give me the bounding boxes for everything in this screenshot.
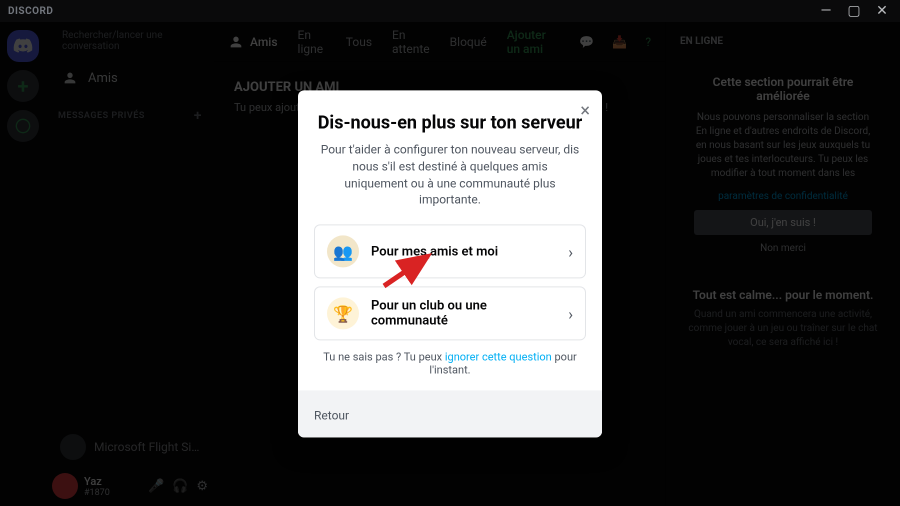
choice-club[interactable]: 🏆 Pour un club ou une communauté ›	[314, 287, 586, 341]
self-tag: #1870	[84, 488, 142, 498]
card-body: Nous pouvons personnaliser la section En…	[694, 111, 872, 181]
dm-list	[46, 128, 214, 430]
person-icon	[228, 34, 244, 50]
compass-icon	[15, 118, 31, 134]
quiet-body: Quand un ami commencera une activité, co…	[680, 308, 886, 350]
privacy-settings-link[interactable]: paramètres de confidentialité	[694, 191, 872, 202]
tab-blocked[interactable]: Bloqué	[450, 35, 487, 49]
dm-search-input[interactable]: Rechercher/lancer une conversation	[56, 30, 204, 52]
avatar	[60, 434, 86, 460]
chevron-right-icon: ›	[568, 304, 573, 323]
tab-all[interactable]: Tous	[346, 35, 372, 49]
deafen-icon[interactable]: 🎧	[172, 479, 188, 494]
card-title: Cette section pourrait être améliorée	[694, 75, 872, 103]
friends-choice-icon: 👥	[327, 236, 359, 268]
titlebar-logo: DISCORD	[8, 6, 53, 17]
skip-text: Tu ne sais pas ? Tu peux ignorer cette q…	[314, 351, 586, 377]
tab-add-friend[interactable]: Ajouter un ami	[507, 28, 560, 56]
quiet-state: Tout est calme... pour le moment. Quand …	[680, 288, 886, 350]
new-group-dm-icon[interactable]: 💬	[579, 35, 594, 49]
window-close[interactable]: ✕	[872, 3, 892, 19]
discord-logo-icon	[13, 36, 33, 56]
create-dm-button[interactable]: +	[194, 108, 202, 124]
help-icon[interactable]: ?	[645, 35, 651, 49]
chevron-right-icon: ›	[568, 242, 573, 261]
settings-icon[interactable]: ⚙	[196, 479, 208, 494]
window-maximize[interactable]: ▢	[844, 3, 864, 19]
close-icon[interactable]: ×	[580, 102, 590, 120]
window-minimize[interactable]: —	[816, 3, 836, 19]
mute-icon[interactable]: 🎤	[148, 479, 164, 494]
quiet-title: Tout est calme... pour le moment.	[680, 288, 886, 302]
modal-description: Pour t'aider à configurer ton nouveau se…	[314, 141, 586, 208]
add-server-button[interactable]: +	[7, 70, 39, 102]
tab-online[interactable]: En ligne	[298, 28, 326, 56]
friends-nav[interactable]: Amis	[54, 64, 206, 92]
friends-nav-label: Amis	[88, 71, 118, 86]
tab-friends[interactable]: Amis	[228, 34, 278, 50]
optin-no-button[interactable]: Non merci	[694, 243, 872, 254]
dm-item[interactable]: Microsoft Flight Simul...	[54, 430, 206, 464]
choice-friends-label: Pour mes amis et moi	[371, 244, 556, 259]
activity-optin-card: Cette section pourrait être améliorée No…	[680, 61, 886, 268]
choice-friends[interactable]: 👥 Pour mes amis et moi ›	[314, 225, 586, 279]
server-type-modal: × Dis-nous-en plus sur ton serveur Pour …	[298, 90, 602, 437]
self-avatar[interactable]	[52, 473, 78, 499]
tab-pending[interactable]: En attente	[392, 28, 430, 56]
optin-yes-button[interactable]: Oui, j'en suis !	[694, 210, 872, 235]
dm-section-header: MESSAGES PRIVÉS	[58, 111, 145, 121]
modal-title: Dis-nous-en plus sur ton serveur	[314, 112, 586, 133]
choice-club-label: Pour un club ou une communauté	[371, 299, 556, 329]
person-wave-icon	[62, 70, 78, 86]
back-button[interactable]: Retour	[314, 409, 349, 423]
home-server[interactable]	[7, 30, 39, 62]
inbox-icon[interactable]: 📥	[612, 35, 627, 49]
explore-servers-button[interactable]	[7, 110, 39, 142]
self-username: Yaz	[84, 475, 142, 488]
dm-name: Microsoft Flight Simul...	[94, 440, 200, 454]
now-playing-header: EN LIGNE	[680, 36, 886, 47]
club-choice-icon: 🏆	[327, 298, 359, 330]
skip-link[interactable]: ignorer cette question	[445, 351, 552, 364]
